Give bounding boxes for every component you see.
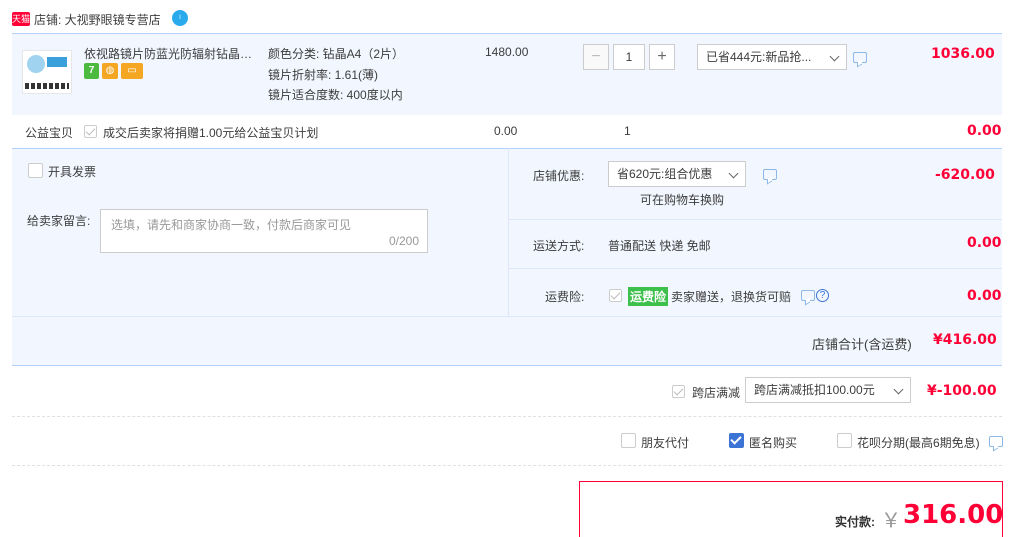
comment-icon[interactable] xyxy=(989,436,1003,447)
cross-store-amount: ¥-100.00 xyxy=(927,383,997,399)
friend-pay-label[interactable]: 朋友代付 xyxy=(641,434,689,451)
divider xyxy=(12,465,1002,466)
currency-symbol: ￥ xyxy=(881,510,901,532)
item-promo-select-label: 已省444元:新品抢... xyxy=(706,50,812,64)
anonymous-checkbox[interactable] xyxy=(729,433,744,448)
chevron-down-icon xyxy=(893,384,904,395)
insurance-text: 卖家赠送，退换货可赔 xyxy=(671,290,792,304)
row-divider xyxy=(12,316,1002,317)
item-title[interactable]: 依视路镜片防蓝光防辐射钻晶A4非球面1.61近视眼镜片 xyxy=(84,45,260,62)
row-divider xyxy=(508,219,1002,220)
charity-label: 公益宝贝 xyxy=(25,126,74,140)
chevron-down-icon xyxy=(728,168,739,179)
item-subtotal: 1036.00 xyxy=(931,46,995,62)
shop-discount-select-label: 省620元:组合优惠 xyxy=(617,167,713,181)
insurance-label: 运费险: xyxy=(545,290,585,304)
comment-icon[interactable] xyxy=(853,52,867,63)
tmall-badge: 天猫 xyxy=(12,12,31,26)
charity-subtotal: 0.00 xyxy=(967,123,1002,139)
huabei-label[interactable]: 花呗分期(最高6期免息) xyxy=(857,434,980,451)
chevron-down-icon xyxy=(829,51,840,62)
quantity-plus-button[interactable]: + xyxy=(649,44,675,70)
cross-store-checkbox[interactable] xyxy=(672,385,685,398)
quantity-input[interactable]: 1 xyxy=(613,44,645,70)
charity-text: 成交后卖家将捐赠1.00元给公益宝贝计划 xyxy=(103,126,319,140)
shop-discount-select[interactable]: 省620元:组合优惠 xyxy=(608,161,746,187)
shipping-label: 运送方式: xyxy=(533,239,585,253)
seller-message-input[interactable]: 选填，请先和商家协商一致，付款后商家可见 0/200 xyxy=(100,209,428,253)
charity-price: 0.00 xyxy=(494,124,518,138)
message-char-count: 0/200 xyxy=(388,234,419,248)
huabei-checkbox[interactable] xyxy=(837,433,852,448)
insurance-tag: 运费险 xyxy=(628,287,669,306)
shipping-method: 普通配送 快递 免邮 xyxy=(608,239,711,253)
insurance-checkbox[interactable] xyxy=(609,289,622,302)
help-icon[interactable]: ? xyxy=(816,289,829,302)
sku-power-range: 镜片适合度数: 400度以内 xyxy=(268,88,403,102)
quantity-stepper: − 1 + xyxy=(583,44,675,70)
service-icons: 7 ◍ ▭ xyxy=(84,63,143,79)
charity-checkbox[interactable] xyxy=(84,125,97,138)
unit-price: 1480.00 xyxy=(485,45,529,59)
credit-card-icon[interactable]: ▭ xyxy=(121,63,143,79)
shipping-amount: 0.00 xyxy=(967,235,1002,251)
panel-divider xyxy=(508,148,509,316)
invoice-checkbox[interactable] xyxy=(28,163,43,178)
cross-store-select-label: 跨店满减抵扣100.00元 xyxy=(754,383,875,397)
seven-day-return-icon[interactable]: 7 xyxy=(84,63,99,79)
sku-color: 颜色分类: 钻晶A4（2片） xyxy=(268,47,405,61)
friend-pay-checkbox[interactable] xyxy=(621,433,636,448)
anonymous-label[interactable]: 匿名购买 xyxy=(749,434,797,451)
guarantee-icon[interactable]: ◍ xyxy=(102,63,118,79)
shop-name[interactable]: 店铺: 大视野眼镜专营店 xyxy=(34,11,161,28)
quantity-minus-button[interactable]: − xyxy=(583,44,609,70)
row-divider xyxy=(508,268,1002,269)
insurance-amount: 0.00 xyxy=(967,288,1002,304)
shop-discount-hint[interactable]: 可在购物车换购 xyxy=(640,191,724,208)
comment-icon[interactable] xyxy=(801,290,815,301)
order-options-panel xyxy=(12,148,508,366)
divider xyxy=(12,416,1002,417)
item-promo-select[interactable]: 已省444元:新品抢... xyxy=(697,44,847,70)
shop-total-amount: ¥416.00 xyxy=(933,332,997,348)
seller-message-placeholder: 选填，请先和商家协商一致，付款后商家可见 xyxy=(111,218,352,232)
charity-quantity: 1 xyxy=(624,124,631,138)
shop-discount-amount: -620.00 xyxy=(935,167,995,183)
sku-refractive-index: 镜片折射率: 1.61(薄) xyxy=(268,68,379,82)
invoice-label[interactable]: 开具发票 xyxy=(48,163,96,180)
item-thumbnail[interactable] xyxy=(22,50,72,94)
cross-store-select[interactable]: 跨店满减抵扣100.00元 xyxy=(745,377,911,403)
comment-icon[interactable] xyxy=(763,169,777,180)
payment-amount: 316.00 xyxy=(903,500,1004,530)
payment-label: 实付款: xyxy=(835,515,875,529)
shop-total-label: 店铺合计(含运费) xyxy=(812,337,912,352)
cross-store-label: 跨店满减 xyxy=(692,386,741,400)
message-label: 给卖家留言: xyxy=(27,214,91,228)
wangwang-chat-icon[interactable]: ʲ xyxy=(172,10,188,26)
shop-discount-label: 店铺优惠: xyxy=(533,169,585,183)
